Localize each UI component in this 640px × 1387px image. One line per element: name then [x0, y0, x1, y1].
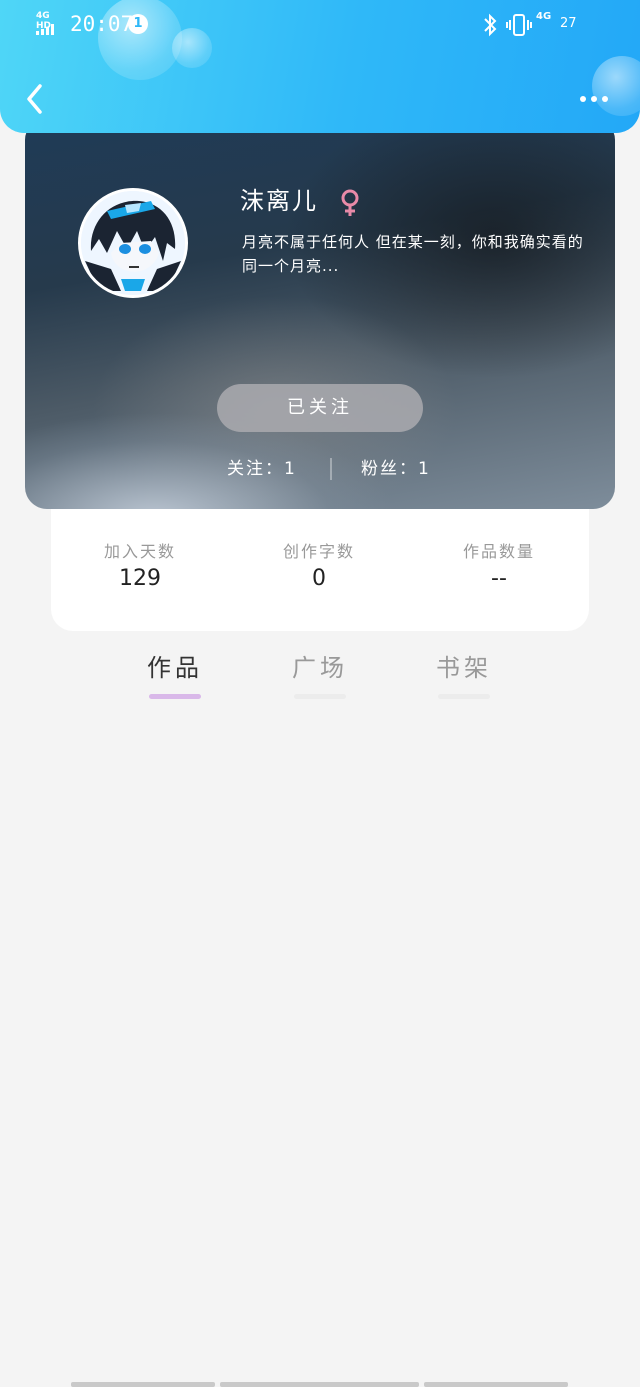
stat-works-count: 作品数量 -- [419, 540, 579, 594]
more-dot-icon [591, 96, 597, 102]
follow-stats: 关注：1 粉丝：1 [25, 454, 615, 484]
stats-card: 加入天数 129 创作字数 0 作品数量 -- [51, 490, 589, 631]
stat-value: 129 [119, 566, 161, 591]
profile-card: 沫离儿 月亮不属于任何人 但在某一刻，你和我确实看的同一个月亮... 已关注 关… [25, 118, 615, 509]
net-type-label: 4G [536, 11, 552, 22]
more-options-button[interactable] [574, 86, 614, 112]
tab-indicator [438, 694, 490, 699]
status-bar: 4G HD 20:07 1 4G 27 [0, 0, 640, 48]
back-button[interactable] [20, 80, 50, 118]
bottom-bar-segment [220, 1382, 419, 1387]
mobile-data-icon: 4G [536, 12, 554, 38]
stat-value: 0 [312, 566, 326, 591]
profile-bio: 月亮不属于任何人 但在某一刻，你和我确实看的同一个月亮... [242, 233, 584, 275]
username: 沫离儿 [240, 187, 318, 215]
following-count[interactable]: 关注：1 [227, 454, 297, 484]
tab-plaza[interactable]: 广场 [275, 648, 365, 699]
profile-tabs: 作品 广场 书架 [0, 640, 640, 710]
divider [330, 458, 332, 480]
signal-icon: 4G HD [36, 11, 64, 36]
more-dot-icon [580, 96, 586, 102]
vibrate-icon [506, 14, 532, 36]
stat-word-count: 创作字数 0 [239, 540, 399, 594]
tab-indicator [149, 694, 201, 699]
top-header: 4G HD 20:07 1 4G 27 [0, 0, 640, 133]
battery-indicator: 27 [560, 16, 577, 42]
stat-label: 加入天数 [103, 542, 176, 561]
notification-badge: 1 [128, 14, 148, 34]
female-gender-icon [341, 189, 359, 216]
tab-label: 书架 [436, 654, 492, 682]
stat-join-days: 加入天数 129 [60, 540, 220, 594]
followed-button[interactable]: 已关注 [217, 384, 423, 432]
status-time: 20:07 [70, 12, 134, 36]
avatar-illustration [81, 191, 185, 295]
tab-works[interactable]: 作品 [130, 648, 220, 699]
more-dot-icon [602, 96, 608, 102]
bottom-bar-segment [71, 1382, 215, 1387]
tab-label: 广场 [292, 654, 348, 682]
followers-count[interactable]: 粉丝：1 [361, 454, 431, 484]
tab-indicator [294, 694, 346, 699]
tab-bookshelf[interactable]: 书架 [419, 648, 509, 699]
stat-label: 作品数量 [462, 542, 535, 561]
bluetooth-icon [484, 13, 497, 37]
bottom-bar-segment [424, 1382, 568, 1387]
avatar[interactable] [78, 188, 188, 298]
stat-label: 创作字数 [282, 542, 355, 561]
chevron-left-icon [27, 84, 42, 114]
tab-label: 作品 [147, 654, 203, 682]
stat-value: -- [491, 566, 507, 591]
battery-level: 27 [560, 16, 577, 31]
